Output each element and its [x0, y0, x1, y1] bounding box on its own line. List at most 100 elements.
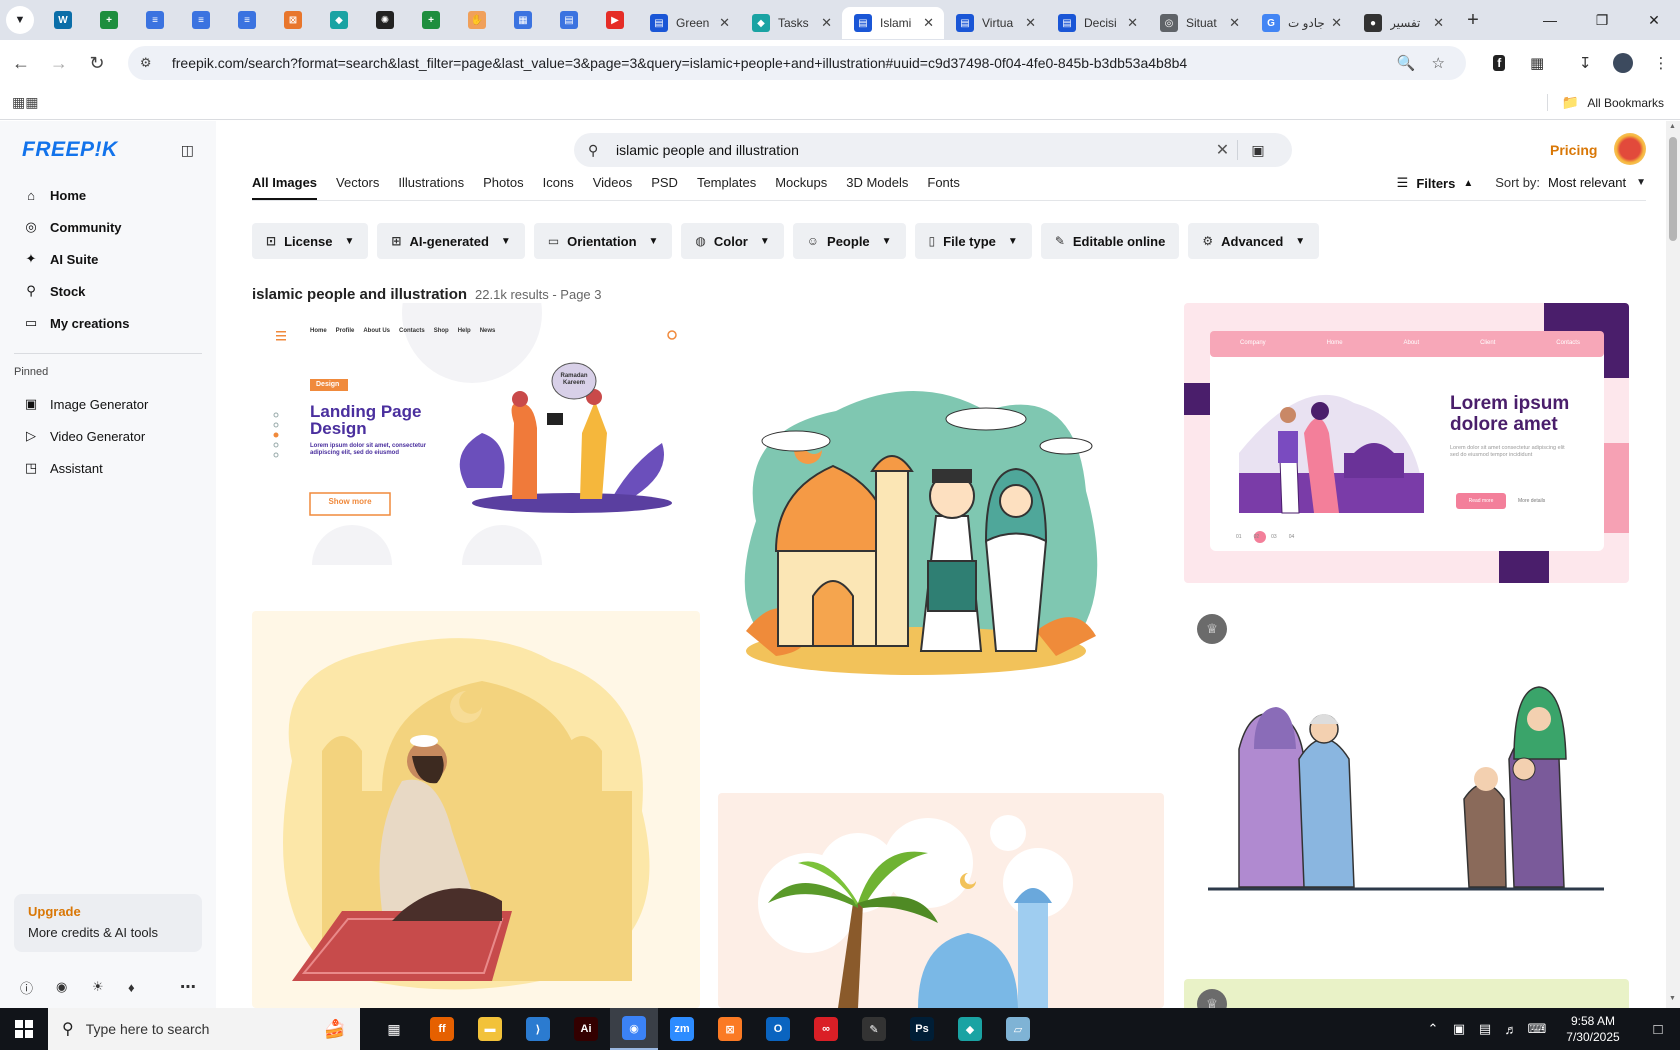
close-tab-icon[interactable]: ✕: [923, 15, 934, 31]
image-tile-family[interactable]: ♕: [1184, 609, 1629, 901]
image-tile-lorem-landing[interactable]: Company Home About Client Contacts Lorem ips…: [1184, 303, 1629, 583]
upgrade-card[interactable]: Upgrade More credits & AI tools: [14, 894, 202, 952]
font-extension-button[interactable]: f: [1480, 46, 1518, 80]
tab-all-images[interactable]: All Images: [252, 173, 318, 200]
browser-tab[interactable]: ▤ Virtua ✕: [944, 7, 1046, 39]
sort-dropdown[interactable]: Sort by: Most relevant ▼: [1495, 173, 1646, 190]
browser-tab[interactable]: ● تفسير ✕: [1352, 7, 1454, 39]
taskbar-app[interactable]: Ps: [898, 1008, 946, 1050]
extensions-button[interactable]: ▦: [1518, 46, 1556, 80]
taskbar-search[interactable]: ⚲ Type here to search 🍰: [48, 1008, 360, 1050]
new-tab-button[interactable]: +: [1458, 5, 1488, 35]
reload-button[interactable]: ↻: [80, 46, 114, 80]
taskbar-app[interactable]: ◉: [610, 1008, 658, 1050]
pinned-tab[interactable]: ≡: [224, 0, 270, 40]
chevron-up-icon[interactable]: ⌃: [1420, 1021, 1446, 1037]
defender-icon[interactable]: ▣: [1446, 1021, 1472, 1037]
taskbar-app[interactable]: ff: [418, 1008, 466, 1050]
user-avatar[interactable]: [1614, 133, 1646, 165]
close-tab-icon[interactable]: ✕: [1025, 15, 1036, 31]
tab-mockups[interactable]: Mockups: [775, 173, 827, 198]
pinned-tab[interactable]: ▦: [500, 0, 546, 40]
browser-tab[interactable]: ▤ Islami ✕: [842, 7, 944, 39]
browser-tab[interactable]: ◆ Tasks ✕: [740, 7, 842, 39]
task-view-button[interactable]: ▦: [370, 1008, 418, 1050]
bell-icon[interactable]: ♦: [128, 980, 164, 995]
pinned-tab[interactable]: +: [86, 0, 132, 40]
tab-videos[interactable]: Videos: [593, 173, 633, 198]
sidebar-collapse-icon[interactable]: ◫: [181, 142, 194, 159]
start-button[interactable]: [0, 1008, 48, 1050]
filter-ai-generated[interactable]: ⊞ AI-generated ▼: [377, 223, 525, 259]
tab-3d-models[interactable]: 3D Models: [846, 173, 908, 198]
taskbar-app[interactable]: zm: [658, 1008, 706, 1050]
network-icon[interactable]: ▤: [1472, 1021, 1498, 1037]
sidebar-item-my-creations[interactable]: ▭ My creations: [0, 307, 216, 339]
browser-tab[interactable]: ◎ Situat ✕: [1148, 7, 1250, 39]
pinned-tab[interactable]: ≡: [132, 0, 178, 40]
scroll-thumb[interactable]: [1669, 137, 1677, 241]
clock[interactable]: 9:58 AM 7/30/2025: [1550, 1013, 1636, 1045]
pinned-tab[interactable]: ✺: [362, 0, 408, 40]
help-icon[interactable]: ⓘ: [20, 978, 56, 997]
pinned-item-video-generator[interactable]: ▷ Video Generator: [0, 420, 216, 452]
search-input[interactable]: [616, 142, 1208, 158]
taskbar-app[interactable]: ∞: [802, 1008, 850, 1050]
camera-search-icon[interactable]: ▣: [1238, 142, 1278, 159]
keyboard-icon[interactable]: ⌨: [1524, 1021, 1550, 1037]
browser-tab[interactable]: ▤ Green ✕: [638, 7, 740, 39]
tab-illustrations[interactable]: Illustrations: [398, 173, 464, 198]
pinned-item-image-generator[interactable]: ▣ Image Generator: [0, 388, 216, 420]
pinned-tab[interactable]: ≡: [178, 0, 224, 40]
close-window-button[interactable]: ✕: [1628, 0, 1680, 40]
minimize-button[interactable]: —: [1524, 0, 1576, 40]
clear-search-icon[interactable]: ✕: [1208, 140, 1238, 160]
filter-orientation[interactable]: ▭ Orientation ▼: [533, 223, 673, 259]
tab-templates[interactable]: Templates: [697, 173, 756, 198]
taskbar-app[interactable]: ⟩: [514, 1008, 562, 1050]
pinned-tab[interactable]: ✋: [454, 0, 500, 40]
taskbar-app[interactable]: ⊠: [706, 1008, 754, 1050]
tab-search-button[interactable]: ▼: [6, 6, 34, 34]
apps-grid-icon[interactable]: ▦▦: [12, 94, 38, 111]
scroll-up-arrow[interactable]: ▲: [1669, 123, 1676, 130]
pinned-tab[interactable]: +: [408, 0, 454, 40]
maximize-button[interactable]: ❐: [1576, 0, 1628, 40]
close-tab-icon[interactable]: ✕: [1127, 15, 1138, 31]
image-tile-palm-mosque[interactable]: [718, 793, 1164, 1008]
pricing-link[interactable]: Pricing: [1550, 142, 1597, 158]
tab-photos[interactable]: Photos: [483, 173, 523, 198]
tab-vectors[interactable]: Vectors: [336, 173, 379, 198]
close-tab-icon[interactable]: ✕: [719, 15, 730, 31]
tab-fonts[interactable]: Fonts: [927, 173, 960, 198]
close-tab-icon[interactable]: ✕: [821, 15, 832, 31]
discord-icon[interactable]: ◉: [56, 979, 92, 995]
pinned-tab[interactable]: ▤: [546, 0, 592, 40]
taskbar-app[interactable]: Ai: [562, 1008, 610, 1050]
notification-icon[interactable]: □: [1636, 1021, 1680, 1038]
site-settings-icon[interactable]: ⚙: [140, 55, 164, 71]
image-tile-man-praying[interactable]: [252, 611, 700, 1008]
sidebar-item-ai-suite[interactable]: ✦ AI Suite: [0, 243, 216, 275]
pinned-tab[interactable]: ⊠: [270, 0, 316, 40]
sidebar-item-home[interactable]: ⌂ Home: [0, 179, 216, 211]
filter-license[interactable]: ⊡ License ▼: [252, 223, 369, 259]
tab-icons[interactable]: Icons: [543, 173, 574, 198]
zoom-icon[interactable]: 🔍: [1390, 54, 1422, 72]
theme-icon[interactable]: ☀: [92, 979, 128, 995]
browser-tab[interactable]: G جادو ت ✕: [1250, 7, 1352, 39]
image-tile-mosque-couple[interactable]: [716, 351, 1130, 721]
chrome-menu-button[interactable]: ⋮: [1642, 46, 1680, 80]
volume-icon[interactable]: ♬: [1498, 1022, 1524, 1037]
close-tab-icon[interactable]: ✕: [1331, 15, 1342, 31]
filter-file-type[interactable]: ▯ File type ▼: [914, 223, 1032, 259]
image-tile-partial-green[interactable]: ♕: [1184, 979, 1629, 1008]
pinned-tab[interactable]: ▶: [592, 0, 638, 40]
image-tile-landing-page[interactable]: Home Profile About Us Contacts Shop Help News …: [252, 303, 700, 565]
filter-editable-online[interactable]: ✎ Editable online: [1040, 223, 1180, 259]
taskbar-app[interactable]: O: [754, 1008, 802, 1050]
bookmark-star-icon[interactable]: ☆: [1422, 54, 1454, 72]
scroll-down-arrow[interactable]: ▼: [1669, 995, 1676, 1002]
filter-color[interactable]: ◍ Color ▼: [681, 223, 784, 259]
taskbar-app[interactable]: ▬: [466, 1008, 514, 1050]
